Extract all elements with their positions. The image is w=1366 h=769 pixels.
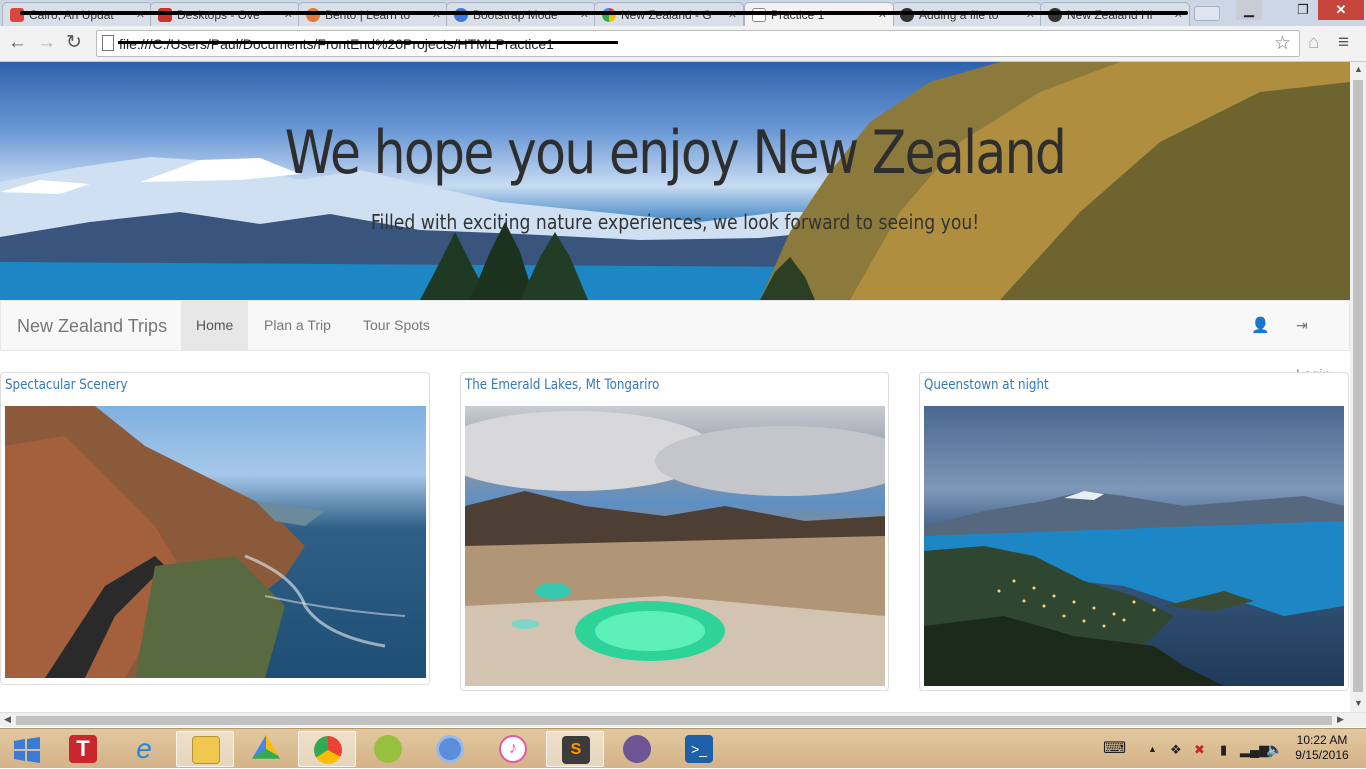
hero-title: We hope you enjoy New Zealand [284, 118, 1067, 188]
system-clock[interactable]: 10:22 AM 9/15/2016 [1286, 733, 1358, 763]
back-icon[interactable]: ← [8, 32, 27, 54]
card-title[interactable]: Spectacular Scenery [5, 377, 128, 393]
android-studio-icon [374, 735, 402, 763]
queenstown-photo [924, 406, 1344, 686]
volume-icon[interactable]: 🔈 [1266, 741, 1283, 758]
windows-logo-icon [14, 737, 40, 763]
reload-icon[interactable]: ↻ [66, 32, 82, 54]
nav-home[interactable]: Home [181, 301, 249, 350]
google-drive-icon [252, 735, 280, 759]
taskbar-app[interactable] [608, 731, 666, 767]
menu-icon[interactable]: ≡ [1338, 32, 1349, 54]
new-tab-button[interactable] [1194, 6, 1220, 21]
start-button[interactable] [0, 731, 58, 767]
vertical-scroll-thumb[interactable] [1353, 80, 1363, 692]
bookmark-star-icon[interactable]: ☆ [1274, 32, 1291, 55]
dropbox-icon[interactable]: ❖ [1170, 742, 1182, 758]
redaction-bar [118, 41, 618, 44]
scroll-left-icon[interactable]: ◀ [4, 714, 11, 725]
powershell-icon: >_ [685, 735, 713, 763]
nav-tour-spots[interactable]: Tour Spots [348, 301, 445, 350]
github-desktop-icon [623, 735, 651, 763]
sublime-text-icon: S [562, 736, 590, 764]
browser-chrome: Cairo, An Updat ✕ Desktops - Ove ✕ Bento… [0, 0, 1366, 62]
internet-explorer-icon: e [136, 733, 152, 764]
show-hidden-icons[interactable]: ▲ [1148, 744, 1157, 754]
scroll-down-icon[interactable]: ▼ [1354, 698, 1363, 708]
scroll-right-icon[interactable]: ▶ [1337, 714, 1344, 725]
itunes-icon: ♪ [499, 735, 527, 763]
battery-icon[interactable]: ▮ [1220, 742, 1227, 758]
restore-button[interactable]: ❐ [1290, 0, 1316, 20]
vertical-scrollbar[interactable]: ▲ ▼ [1350, 62, 1366, 712]
taskbar-app[interactable] [421, 731, 479, 767]
card-title[interactable]: Queenstown at night [924, 377, 1049, 393]
user-icon[interactable]: 👤 [1236, 301, 1285, 350]
tab-strip: Cairo, An Updat ✕ Desktops - Ove ✕ Bento… [0, 0, 1366, 26]
emerald-lakes-photo [465, 406, 885, 686]
horizontal-scroll-thumb[interactable] [16, 716, 1332, 725]
redaction-bar [20, 11, 1188, 15]
login-icon: ⇥ [1296, 317, 1308, 333]
file-explorer-icon [192, 736, 220, 764]
taskbar-app[interactable] [237, 731, 295, 767]
keyboard-icon[interactable]: ⌨ [1103, 738, 1126, 758]
taskbar: T e ♪ S >_ ⌨ ▲ ❖ ✖ ▮ ▂▄▆ 🔈 10:22 AM 9/15… [0, 728, 1366, 768]
hero-banner: We hope you enjoy New Zealand Filled wit… [0, 62, 1350, 300]
card-spectacular-scenery: Spectacular Scenery [0, 372, 430, 685]
scroll-up-icon[interactable]: ▲ [1354, 64, 1363, 74]
nav-plan-a-trip[interactable]: Plan a Trip [249, 301, 346, 350]
clock-date: 9/15/2016 [1295, 748, 1349, 762]
browser-toolbar: ← → ↻ file:///C:/Users/Paul/Documents/Fr… [0, 26, 1366, 62]
app-t-icon: T [69, 735, 97, 763]
card-emerald-lakes: The Emerald Lakes, Mt Tongariro [460, 372, 889, 691]
taskbar-app[interactable]: >_ [670, 731, 728, 767]
chrome-icon [314, 736, 342, 764]
chrome-canary-icon [436, 735, 464, 763]
navbar-brand[interactable]: New Zealand Trips [17, 316, 167, 337]
nav-login[interactable]: ⇥ Login [1281, 301, 1349, 382]
card-title[interactable]: The Emerald Lakes, Mt Tongariro [465, 377, 659, 393]
clock-time: 10:22 AM [1296, 733, 1348, 747]
home-icon[interactable]: ⌂ [1308, 32, 1319, 54]
taskbar-app[interactable]: S [546, 731, 604, 767]
taskbar-app[interactable]: T [54, 731, 112, 767]
antivirus-icon[interactable]: ✖ [1194, 742, 1205, 758]
minimize-button[interactable]: ▁ [1236, 0, 1262, 20]
taskbar-app[interactable] [298, 731, 356, 767]
site-navbar: New Zealand Trips Home Plan a Trip Tour … [0, 300, 1350, 382]
taskbar-app[interactable]: e [115, 731, 173, 767]
taskbar-app[interactable]: ♪ [484, 731, 542, 767]
page-viewport: We hope you enjoy New Zealand Filled wit… [0, 62, 1350, 712]
url-text[interactable]: file:///C:/Users/Paul/Documents/FrontEnd… [119, 36, 554, 52]
close-window-button[interactable]: ✕ [1318, 0, 1364, 20]
horizontal-scrollbar[interactable]: ◀ ▶ [0, 712, 1366, 727]
card-queenstown-at-night: Queenstown at night [919, 372, 1349, 691]
page-icon [102, 35, 114, 51]
hero-subtitle: Filled with exciting nature experiences,… [370, 210, 980, 234]
forward-icon[interactable]: → [37, 32, 56, 54]
scenery-photo [5, 406, 426, 678]
network-signal-icon[interactable]: ▂▄▆ [1240, 742, 1269, 758]
taskbar-app[interactable] [176, 731, 234, 767]
taskbar-app[interactable] [359, 731, 417, 767]
